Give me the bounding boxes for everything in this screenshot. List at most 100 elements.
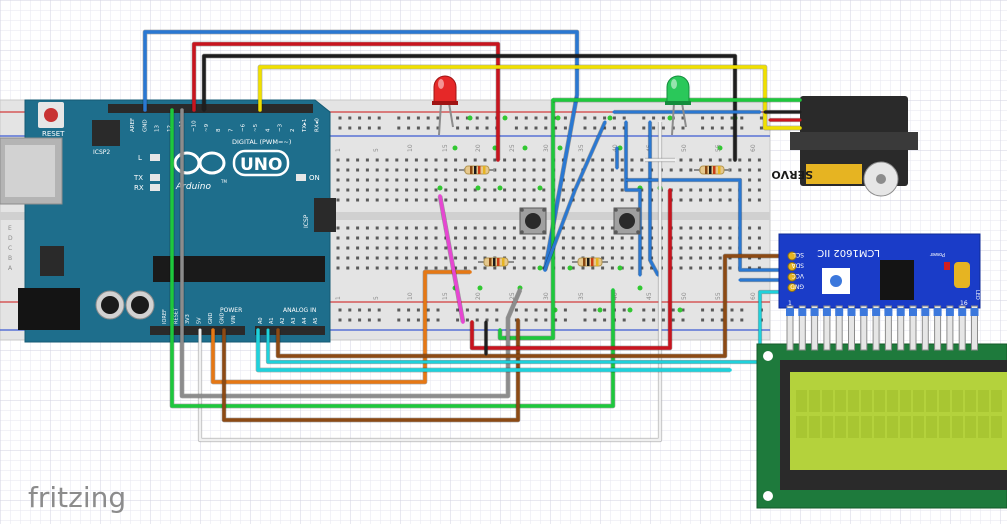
power-jack	[18, 288, 80, 330]
power-pin-label: 3V3	[185, 314, 191, 324]
servo-label: SERVO	[771, 168, 813, 181]
digital-pin-label: 13	[155, 125, 161, 132]
digital-pin-label: 4	[265, 128, 271, 132]
led-rx-label: RX	[134, 184, 144, 192]
i2c-pin-label: SCL	[792, 251, 804, 258]
analog-pin-label: A2	[280, 317, 286, 324]
led-tx-label: TX	[133, 174, 143, 182]
digital-pin-label: ~10	[192, 120, 198, 132]
column-number: 30	[543, 292, 550, 300]
column-number: 55	[715, 292, 722, 300]
contrast-pot-knob[interactable]	[830, 275, 842, 287]
brand-logo-text: UNO	[240, 155, 282, 175]
column-number: 45	[646, 292, 653, 300]
usb-port-inner	[5, 145, 55, 197]
lcd-mount-hole	[763, 491, 773, 501]
reset-label: RESET	[42, 130, 65, 138]
analog-pin-label: A0	[258, 317, 264, 324]
column-number: 60	[750, 144, 757, 152]
i2c-pin-label: SDA	[791, 262, 804, 269]
digital-pin-label: GND	[142, 119, 148, 132]
reset-button-cap[interactable]	[44, 108, 58, 122]
column-number: 10	[407, 144, 414, 152]
analog-pin-label: A3	[291, 317, 297, 324]
digital-pin-label: 8	[216, 128, 222, 132]
column-number: 55	[715, 144, 722, 152]
column-number: 60	[750, 292, 757, 300]
atmega-chip	[153, 256, 325, 282]
lcd-mount-hole	[763, 351, 773, 361]
power-pin-label: RESET	[174, 307, 180, 324]
fritzing-canvas: 1 1 5 5 10 10 15 15 20 20 25 25 30 30 35 35 40 40 45 45 50 50…	[0, 0, 1007, 524]
column-number: 1	[335, 296, 342, 300]
digital-pin-label: AREF	[130, 118, 136, 132]
i2c-pin-label: VCC	[792, 272, 804, 279]
column-number: 5	[373, 296, 380, 300]
servo-horn-hub	[876, 174, 886, 184]
capacitor-2-top	[131, 296, 149, 314]
digital-pin-label: TX▸1	[302, 119, 308, 133]
column-number: 50	[681, 144, 688, 152]
analog-header	[255, 326, 325, 335]
servo-label-plate	[806, 164, 862, 184]
column-number: 1	[335, 148, 342, 152]
power-pin-label: GND	[220, 312, 226, 324]
column-number: 5	[373, 148, 380, 152]
analog-pin-label: A4	[302, 317, 308, 324]
column-number: 15	[442, 144, 449, 152]
column-number: 25	[509, 144, 516, 152]
icsp-label: ICSP	[303, 214, 310, 228]
power-pin-label: IOREF	[162, 309, 168, 324]
led-jumper-label: LED	[974, 290, 980, 300]
lcd-1602[interactable]	[756, 343, 1007, 509]
digital-header	[108, 104, 313, 113]
analog-label: ANALOG IN	[283, 307, 316, 314]
icsp-header	[314, 198, 336, 232]
pushbutton-2[interactable]	[613, 207, 641, 235]
analog-pin-label: A1	[269, 317, 275, 324]
pcf8574-chip	[880, 260, 914, 300]
led-tx	[150, 174, 160, 181]
capacitor-1-top	[101, 296, 119, 314]
column-number: 15	[442, 292, 449, 300]
lcd-module-name: LCM1602 IIC	[817, 247, 880, 258]
led-on-label: ON	[309, 174, 320, 182]
digital-pin-label: RX◂0	[315, 118, 321, 132]
voltage-regulator	[40, 246, 64, 276]
led-l-label: L	[138, 154, 142, 162]
column-number: 35	[578, 144, 585, 152]
column-number: 30	[543, 144, 550, 152]
fritzing-watermark: fritzing	[28, 481, 126, 514]
icsp2-label: ICSP2	[93, 149, 110, 156]
power-pin-label: VIN	[231, 315, 237, 324]
digital-pin-label: 7	[228, 128, 234, 132]
i2c-pin-label: GND	[790, 283, 804, 290]
row-letter: C	[8, 245, 12, 252]
icsp2-header	[92, 120, 120, 146]
column-number: 10	[407, 292, 414, 300]
column-number: 35	[578, 292, 585, 300]
digital-pin-label: ~5	[253, 123, 259, 132]
column-number: 20	[475, 292, 482, 300]
brand-tm: TM	[220, 179, 227, 184]
column-number: 50	[681, 292, 688, 300]
power-pin-label: GND	[208, 312, 214, 324]
row-letter: E	[8, 225, 12, 232]
digital-pin-label: ~3	[278, 123, 284, 132]
digital-pin-label: 2	[290, 129, 296, 133]
pushbutton-1[interactable]	[519, 207, 547, 235]
row-letter: D	[8, 235, 13, 242]
arduino-uno[interactable]: RESET ICSP2 AREF GND 13 12 ~11 ~10 ~9 8 7 ~6 ~5 4 ~3…	[0, 99, 336, 343]
power-led-label: Power	[929, 251, 945, 257]
led-on	[296, 174, 306, 181]
analog-pin-label: A5	[313, 317, 319, 324]
digital-pin-label: ~9	[204, 123, 210, 132]
led-l	[150, 154, 160, 161]
power-led	[944, 262, 950, 270]
digital-label: DIGITAL (PWM=~)	[232, 138, 291, 146]
power-header	[150, 326, 245, 335]
led-rx	[150, 184, 160, 191]
digital-pin-label: ~6	[241, 123, 247, 132]
column-number: 20	[475, 144, 482, 152]
row-letter: B	[8, 255, 12, 262]
